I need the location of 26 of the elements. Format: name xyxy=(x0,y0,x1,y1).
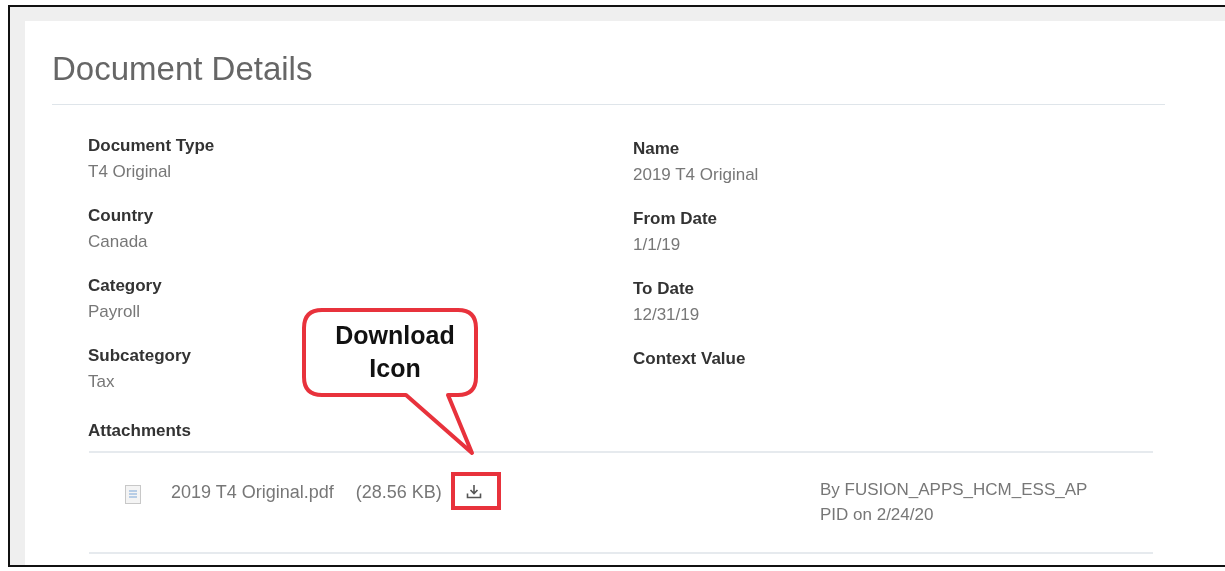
field-label: From Date xyxy=(633,209,718,229)
download-icon xyxy=(465,484,482,499)
attachments-label: Attachments xyxy=(88,421,191,441)
field-label: Category xyxy=(88,276,162,296)
field-label: Subcategory xyxy=(88,346,191,366)
field-value: Canada xyxy=(88,232,148,252)
field-label: Name xyxy=(633,139,680,159)
document-icon xyxy=(125,485,141,504)
field-label: Context Value xyxy=(633,349,746,369)
field-label: To Date xyxy=(633,279,695,299)
uploader-text: By FUSION_APPS_HCM_ESS_AP xyxy=(820,479,1089,501)
field-value: Payroll xyxy=(88,302,140,322)
uploader-text: PID on 2/24/20 xyxy=(820,504,935,526)
download-button[interactable] xyxy=(465,484,482,499)
file-name[interactable]: 2019 T4 Original.pdf xyxy=(171,482,334,503)
field-value: 12/31/19 xyxy=(633,305,700,325)
callout-text: Download Icon xyxy=(334,320,456,384)
field-value: 2019 T4 Original xyxy=(633,165,759,185)
field-label: Country xyxy=(88,206,154,226)
field-value: T4 Original xyxy=(88,162,172,182)
file-size: (28.56 KB) xyxy=(355,482,442,503)
highlight-frame xyxy=(451,472,501,510)
field-label: Document Type xyxy=(88,136,215,156)
panel-title: Document Details xyxy=(52,49,314,89)
field-value: Tax xyxy=(88,372,115,392)
field-value: 1/1/19 xyxy=(633,235,681,255)
